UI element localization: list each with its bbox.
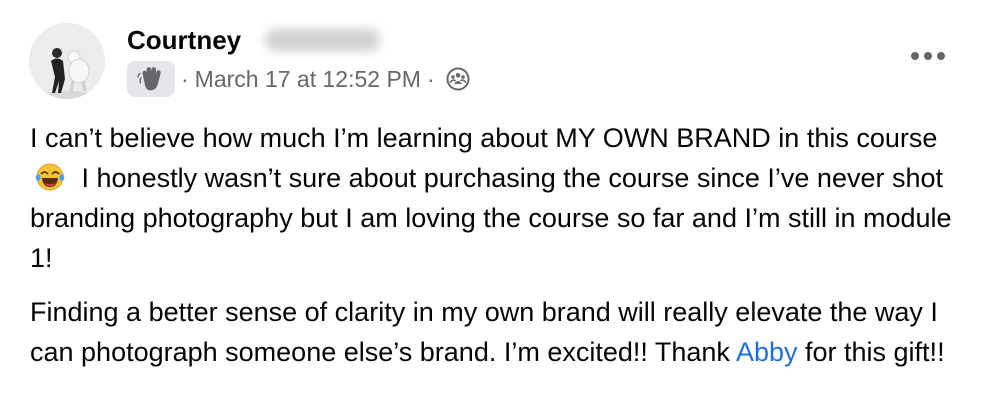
avatar-photo [29, 23, 105, 99]
ellipsis-icon [911, 52, 945, 60]
post-text: I can’t believe how much I’m learning ab… [30, 123, 938, 153]
group-members-icon[interactable] [445, 66, 471, 92]
post-paragraph: I can’t believe how much I’m learning ab… [30, 118, 970, 278]
face-with-tears-of-joy-icon [35, 163, 65, 191]
author-avatar[interactable] [29, 23, 105, 99]
redacted-surname [265, 29, 380, 51]
meta-separator: · [181, 65, 189, 92]
post-body: I can’t believe how much I’m learning ab… [30, 118, 970, 372]
post-meta: · March 17 at 12:52 PM · [127, 61, 471, 97]
post-timestamp[interactable]: March 17 at 12:52 PM [195, 66, 421, 93]
author-name[interactable]: Courtney [127, 25, 241, 56]
post-text: Finding a better sense of clarity in my … [30, 297, 938, 367]
post-text: for this gift!! [805, 337, 945, 367]
post-text: I honestly wasn’t sure about purchasing … [30, 163, 952, 273]
waving-hand-icon[interactable] [127, 61, 175, 97]
post-paragraph: Finding a better sense of clarity in my … [30, 292, 970, 372]
mention-link[interactable]: Abby [736, 337, 798, 367]
meta-separator: · [426, 65, 435, 92]
more-options-button[interactable] [902, 40, 954, 72]
